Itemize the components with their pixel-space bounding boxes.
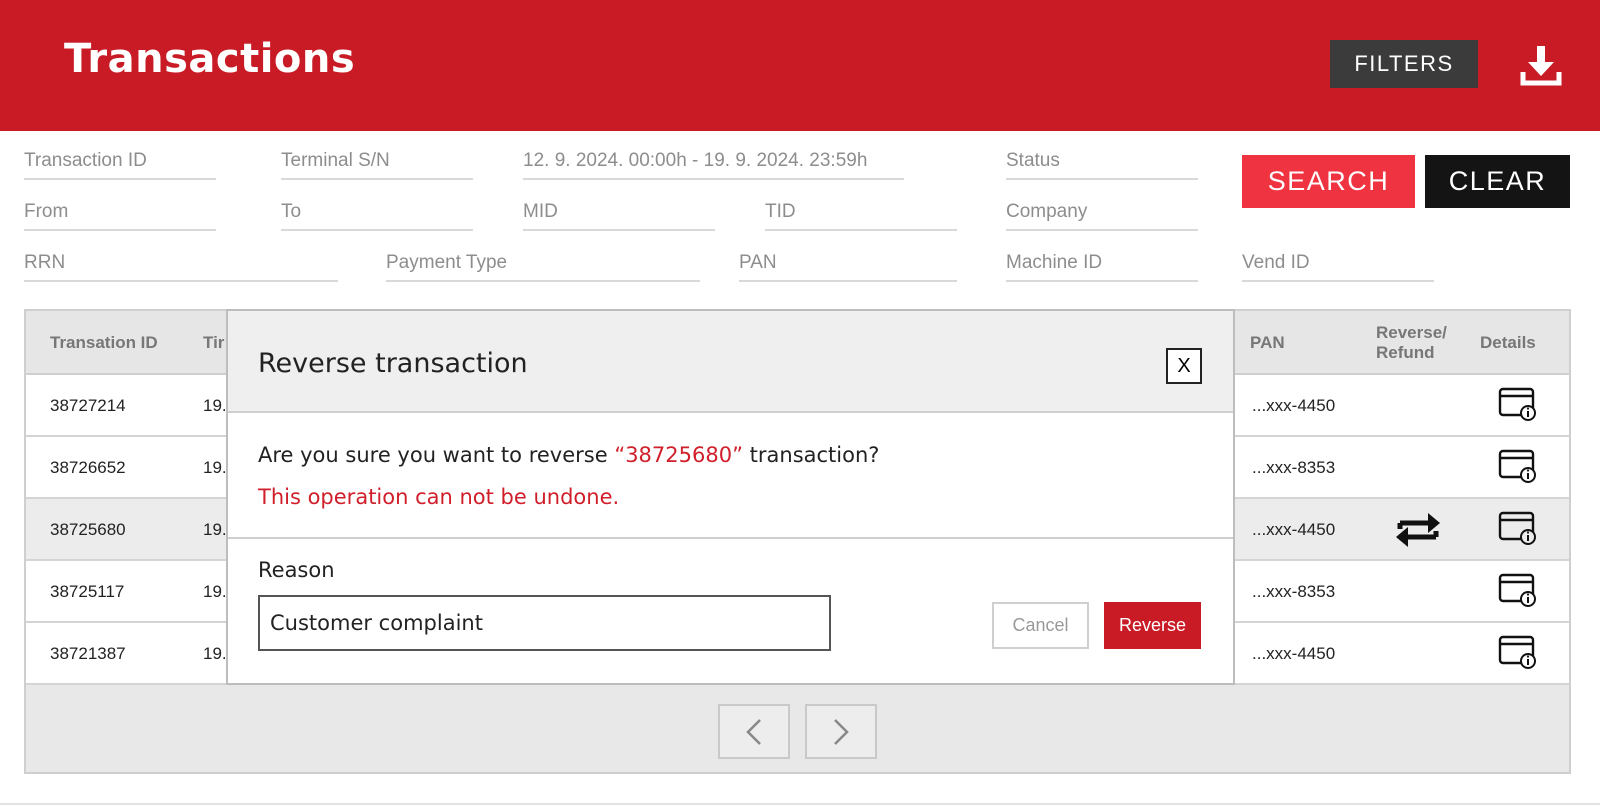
from-field[interactable] — [24, 197, 216, 231]
header-details: Details — [1480, 333, 1536, 352]
tid-input[interactable] — [765, 197, 957, 227]
details-icon[interactable] — [1498, 448, 1538, 489]
cell-pan: ...xxx-8353 — [1252, 458, 1336, 477]
modal-confirm-message: Are you sure you want to reverse “387256… — [258, 443, 879, 467]
reason-input[interactable] — [258, 595, 831, 651]
pan-field[interactable] — [739, 248, 957, 282]
company-field[interactable] — [1006, 197, 1198, 231]
status-input[interactable] — [1006, 146, 1198, 176]
date-range-input[interactable] — [523, 146, 904, 176]
cell-pan: ...xxx-4450 — [1252, 644, 1336, 663]
cell-transaction-id: 38725117 — [50, 582, 125, 601]
status-field[interactable] — [1006, 146, 1198, 180]
cell-transaction-id: 38721387 — [50, 644, 126, 663]
reverse-refund-icon[interactable] — [1394, 507, 1442, 556]
vend-id-input[interactable] — [1242, 248, 1434, 278]
header-time[interactable]: Tir — [203, 333, 224, 353]
modal-title: Reverse transaction — [258, 348, 528, 379]
payment-type-field[interactable] — [386, 248, 700, 282]
modal-header: Reverse transaction X — [228, 311, 1233, 413]
download-icon[interactable] — [1518, 42, 1564, 88]
reverse-transaction-modal: Reverse transaction X Are you sure you w… — [226, 309, 1235, 685]
cell-pan: ...xxx-4450 — [1252, 396, 1336, 415]
header-reverse-line1: Reverse/ — [1376, 323, 1447, 342]
tid-field[interactable] — [765, 197, 957, 231]
prev-page-button[interactable] — [718, 704, 790, 759]
transaction-id-input[interactable] — [24, 146, 216, 176]
cell-transaction-id: 38726652 — [50, 458, 126, 477]
details-icon[interactable] — [1498, 634, 1538, 675]
to-input[interactable] — [281, 197, 473, 227]
cell-transaction-id: 38725680 — [50, 520, 126, 539]
chevron-left-icon — [746, 718, 761, 745]
vend-id-field[interactable] — [1242, 248, 1434, 282]
mid-input[interactable] — [523, 197, 715, 227]
next-page-button[interactable] — [805, 704, 877, 759]
pan-input[interactable] — [739, 248, 957, 278]
reason-label: Reason — [258, 558, 335, 582]
machine-id-field[interactable] — [1006, 248, 1198, 282]
terminal-sn-field[interactable] — [281, 146, 473, 180]
rrn-field[interactable] — [24, 248, 338, 282]
header-reverse-line2: Refund — [1376, 343, 1435, 362]
message-suffix: transaction? — [742, 443, 880, 467]
from-input[interactable] — [24, 197, 216, 227]
cancel-button[interactable]: Cancel — [992, 602, 1089, 649]
details-icon[interactable] — [1498, 386, 1538, 427]
cell-pan: ...xxx-8353 — [1252, 582, 1336, 601]
header-transaction-id[interactable]: Transation ID — [50, 333, 158, 353]
page-title: Transactions — [64, 36, 356, 82]
message-prefix: Are you sure you want to reverse — [258, 443, 615, 467]
search-button[interactable]: SEARCH — [1242, 155, 1415, 208]
header-reverse-refund: Reverse/ Refund — [1376, 323, 1447, 363]
header-pan[interactable]: PAN — [1250, 333, 1285, 353]
modal-warning: This operation can not be undone. — [258, 485, 620, 509]
filters-button[interactable]: FILTERS — [1330, 40, 1478, 88]
mid-field[interactable] — [523, 197, 715, 231]
reverse-button[interactable]: Reverse — [1104, 602, 1201, 649]
payment-type-input[interactable] — [386, 248, 700, 278]
transaction-id-field[interactable] — [24, 146, 216, 180]
modal-divider — [228, 537, 1233, 539]
page-bottom-divider — [0, 803, 1600, 805]
machine-id-input[interactable] — [1006, 248, 1198, 278]
terminal-sn-input[interactable] — [281, 146, 473, 176]
clear-button[interactable]: CLEAR — [1425, 155, 1570, 208]
close-button[interactable]: X — [1166, 348, 1202, 384]
message-transaction-id: “38725680” — [614, 443, 743, 467]
company-input[interactable] — [1006, 197, 1198, 227]
header-bar: Transactions FILTERS — [0, 0, 1600, 131]
to-field[interactable] — [281, 197, 473, 231]
details-icon[interactable] — [1498, 572, 1538, 613]
details-icon[interactable] — [1498, 510, 1538, 551]
rrn-input[interactable] — [24, 248, 338, 278]
chevron-right-icon — [834, 718, 849, 745]
date-range-field[interactable] — [523, 146, 904, 180]
cell-pan: ...xxx-4450 — [1252, 520, 1336, 539]
cell-transaction-id: 38727214 — [50, 396, 126, 415]
